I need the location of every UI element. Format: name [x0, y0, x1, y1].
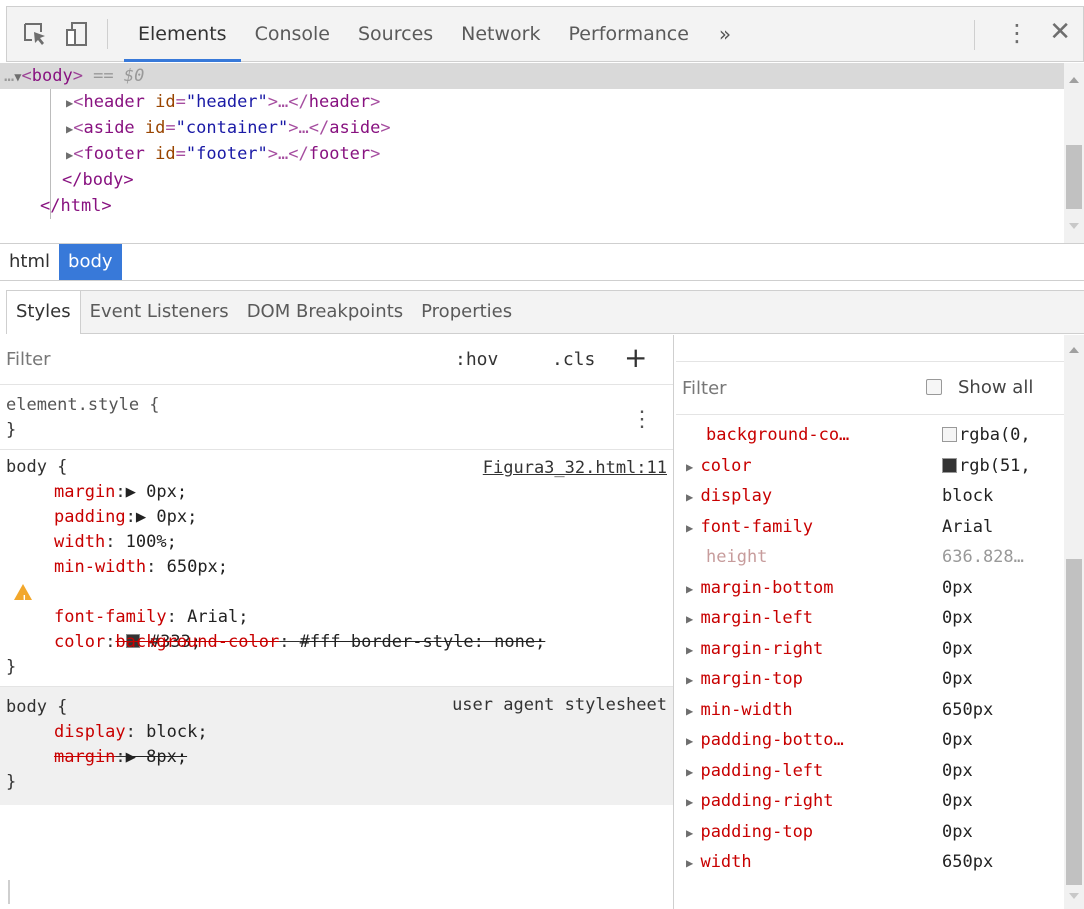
class-toggle-button[interactable]: .cls: [552, 349, 595, 370]
computed-properties-list: background-co… rgba(0, ▶ color rgb(51, ▶ d…: [676, 420, 1064, 878]
styles-scroll-edge: [8, 880, 10, 904]
dom-tree: …▼<body> == $0 ▶<header id="header">…</h…: [0, 63, 1064, 243]
breadcrumb-body[interactable]: body: [59, 244, 122, 280]
rule-close: }: [6, 420, 17, 440]
dom-scroll-thumb[interactable]: [1066, 145, 1082, 209]
computed-row[interactable]: ▶ padding-right 0px: [676, 786, 1064, 817]
computed-pane: Filter Show all background-co… rgba(0, ▶ …: [676, 335, 1064, 909]
computed-scroll-thumb[interactable]: [1066, 559, 1082, 885]
customize-menu-icon[interactable]: ⋮: [1005, 19, 1029, 47]
dom-node-body[interactable]: …▼<body> == $0: [0, 63, 1064, 89]
computed-row[interactable]: ▶ color rgb(51,: [676, 451, 1064, 482]
css-property[interactable]: margin:▶ 0px;: [0, 480, 673, 505]
show-all-checkbox[interactable]: [926, 379, 942, 395]
breadcrumb: html body: [0, 243, 1084, 281]
inspect-element-icon[interactable]: [21, 20, 49, 48]
css-property[interactable]: padding:▶ 0px;: [0, 505, 673, 530]
computed-row[interactable]: height 636.828…: [676, 542, 1064, 573]
computed-row[interactable]: ▶ font-family Arial: [676, 512, 1064, 543]
css-property-invalid[interactable]: background-color: #fff border-style: non…: [0, 580, 673, 652]
scroll-up-icon[interactable]: [1069, 347, 1079, 353]
computed-row[interactable]: ▶ margin-top 0px: [676, 664, 1064, 695]
scroll-down-icon[interactable]: [1069, 223, 1079, 229]
tab-properties[interactable]: Properties: [412, 291, 521, 333]
tab-network[interactable]: Network: [447, 6, 554, 62]
computed-row[interactable]: ▶ margin-bottom 0px: [676, 573, 1064, 604]
warning-icon: [14, 584, 32, 612]
computed-filter-input[interactable]: Filter: [682, 378, 727, 399]
tab-event-listeners[interactable]: Event Listeners: [81, 291, 238, 333]
css-property: display: block;: [54, 722, 208, 742]
source-link[interactable]: Figura3_32.html:11: [483, 458, 667, 478]
tab-sources[interactable]: Sources: [344, 6, 447, 62]
more-tabs-icon[interactable]: »: [703, 22, 747, 46]
computed-row[interactable]: background-co… rgba(0,: [676, 420, 1064, 451]
breadcrumb-html[interactable]: html: [0, 244, 59, 280]
scroll-up-icon[interactable]: [1069, 77, 1079, 83]
computed-filter-bar: Filter Show all: [676, 361, 1064, 415]
computed-row[interactable]: ▶ margin-right 0px: [676, 634, 1064, 665]
computed-row[interactable]: ▶ min-width 650px: [676, 695, 1064, 726]
computed-row[interactable]: ▶ margin-left 0px: [676, 603, 1064, 634]
computed-row[interactable]: ▶ width 650px: [676, 847, 1064, 878]
computed-row[interactable]: ▶ padding-top 0px: [676, 817, 1064, 848]
tab-console[interactable]: Console: [241, 6, 344, 62]
computed-scrollbar[interactable]: [1064, 335, 1084, 909]
device-toolbar-icon[interactable]: [63, 20, 91, 48]
color-swatch: [942, 427, 957, 442]
user-agent-label: user agent stylesheet: [452, 695, 667, 715]
rule-selector: element.style {: [6, 395, 160, 415]
styles-filter-bar: Filter :hov .cls +: [0, 335, 673, 385]
user-agent-rule[interactable]: body { user agent stylesheet display: bl…: [0, 687, 673, 805]
hover-state-button[interactable]: :hov: [455, 349, 498, 370]
dom-node-html-close[interactable]: </html>: [0, 193, 1064, 219]
dom-node-body-close[interactable]: </body>: [0, 167, 1064, 193]
scroll-down-icon[interactable]: [1069, 893, 1079, 899]
styles-filter-input[interactable]: Filter: [6, 349, 51, 370]
dom-node-footer[interactable]: ▶<footer id="footer">…</footer>: [0, 141, 1064, 167]
rule-close: }: [6, 657, 17, 677]
dom-node-header[interactable]: ▶<header id="header">…</header>: [0, 89, 1064, 115]
css-property[interactable]: width: 100%;: [0, 530, 673, 555]
dom-scrollbar[interactable]: [1064, 63, 1084, 243]
rule-close: }: [6, 772, 17, 792]
close-icon[interactable]: ✕: [1049, 17, 1071, 47]
sidebar-tabs: Styles Event Listeners DOM Breakpoints P…: [6, 290, 1084, 334]
body-rule[interactable]: body { Figura3_32.html:11 margin:▶ 0px; …: [0, 450, 673, 687]
tab-styles[interactable]: Styles: [6, 291, 81, 334]
show-all-label: Show all: [958, 377, 1034, 398]
css-property[interactable]: min-width: 650px;: [0, 555, 673, 580]
toolbar-divider: [107, 19, 108, 49]
rule-menu-icon[interactable]: ⋮: [631, 407, 653, 432]
new-rule-button[interactable]: +: [624, 341, 647, 374]
dom-node-aside[interactable]: ▶<aside id="container">…</aside>: [0, 115, 1064, 141]
element-style-rule[interactable]: element.style { } ⋮: [0, 385, 673, 450]
computed-row[interactable]: ▶ display block: [676, 481, 1064, 512]
toolbar-divider: [974, 20, 975, 50]
styles-pane: Filter :hov .cls + element.style { } ⋮ b…: [0, 335, 674, 909]
color-swatch: [942, 457, 957, 473]
tab-dom-breakpoints[interactable]: DOM Breakpoints: [238, 291, 412, 333]
css-property-overridden: margin:▶ 8px;: [54, 747, 188, 767]
devtools-toolbar: Elements Console Sources Network Perform…: [6, 6, 1084, 62]
tab-elements[interactable]: Elements: [124, 6, 241, 62]
computed-row[interactable]: ▶ padding-botto… 0px: [676, 725, 1064, 756]
computed-row[interactable]: ▶ padding-left 0px: [676, 756, 1064, 787]
tab-performance[interactable]: Performance: [555, 6, 703, 62]
